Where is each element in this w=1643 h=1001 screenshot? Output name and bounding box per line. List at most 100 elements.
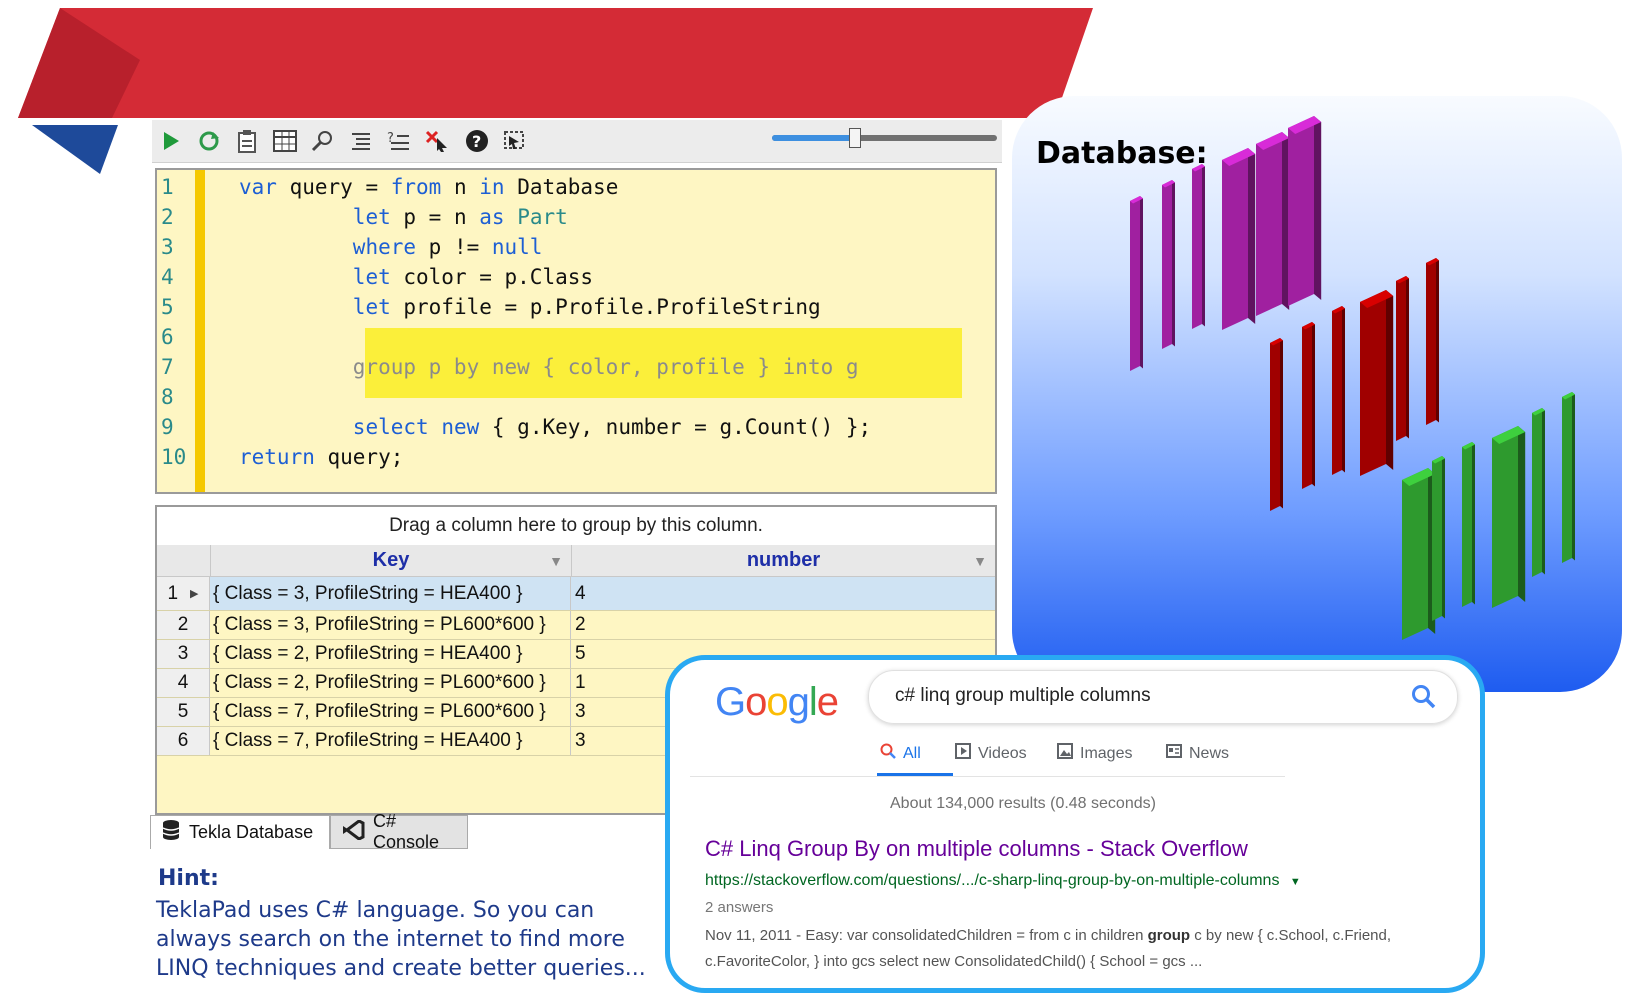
clipboard-icon[interactable]: [232, 126, 262, 156]
result-stats: About 134,000 results (0.48 seconds): [890, 795, 1156, 812]
row-number: 5: [157, 698, 210, 726]
green-column: [1462, 442, 1475, 607]
cell-key[interactable]: { Class = 3, ProfileString = PL600*600 }: [210, 611, 571, 639]
logo-letter: e: [816, 680, 839, 724]
purple-column: [1222, 148, 1256, 330]
cell-key-text: { Class = 3, ProfileString = PL600*600 }: [213, 614, 546, 635]
purple-column: [1130, 196, 1143, 371]
code-editor[interactable]: 1 2 3 4 5 6 7 8 9 10 var query = from n …: [155, 168, 997, 494]
hint-text: TeklaPad uses C# language. So you can al…: [156, 898, 646, 981]
snippet-highlight: group: [1147, 927, 1191, 944]
cell-number-text: 5: [575, 643, 586, 664]
column-header-number[interactable]: number ▼: [571, 545, 995, 577]
result-title-link[interactable]: C# Linq Group By on multiple columns - S…: [705, 836, 1248, 862]
google-logo: Google: [715, 680, 839, 725]
hint-title: Hint:: [158, 866, 219, 891]
logo-letter: G: [715, 680, 746, 724]
cell-number-text: 3: [575, 730, 586, 751]
cell-key[interactable]: { Class = 2, ProfileString = HEA400 }: [210, 640, 571, 668]
code-line-2: let p = n as Part: [352, 205, 568, 229]
cell-key[interactable]: { Class = 7, ProfileString = HEA400 }: [210, 727, 571, 755]
svg-text:?: ?: [472, 132, 481, 151]
cell-key-text: { Class = 7, ProfileString = HEA400 }: [213, 730, 523, 751]
green-column: [1432, 456, 1445, 621]
tab-label: News: [1189, 744, 1230, 762]
dropdown-arrow-icon[interactable]: ▼: [1290, 876, 1301, 888]
code-line-4: let color = p.Class: [352, 265, 594, 289]
zoom-slider-thumb[interactable]: [849, 128, 861, 148]
tab-label: C# Console: [373, 811, 440, 852]
tab-label: Tekla Database: [189, 822, 314, 842]
line-number: 8: [161, 385, 174, 409]
result-snippet: Nov 11, 2011 - Easy: var consolidatedChi…: [705, 923, 1455, 975]
green-column: [1562, 392, 1575, 563]
red-column: [1270, 338, 1283, 511]
cell-key[interactable]: { Class = 3, ProfileString = HEA400 }: [210, 577, 571, 610]
logo-letter: l: [808, 680, 818, 724]
tab-news[interactable]: News: [1166, 743, 1229, 764]
table-row[interactable]: 2 { Class = 3, ProfileString = PL600*600 …: [157, 611, 995, 640]
changed-lines-marker: [195, 170, 205, 492]
filter-icon[interactable]: ▼: [973, 546, 987, 576]
green-column: [1402, 468, 1436, 640]
cell-key-text: { Class = 2, ProfileString = HEA400 }: [213, 643, 523, 664]
code-line-7: group p by new { color, profile } into g: [239, 355, 859, 379]
row-number: 3: [157, 640, 210, 668]
red-column: [1302, 322, 1315, 489]
search-icon[interactable]: [1411, 684, 1437, 714]
logo-letter: o: [745, 680, 767, 724]
row-number: 4: [157, 669, 210, 697]
code-line-9: select new { g.Key, number = g.Count() }…: [352, 415, 872, 439]
search-box[interactable]: c# linq group multiple columns: [868, 670, 1458, 724]
line-number: 7: [161, 355, 174, 379]
logo-letter: o: [766, 680, 788, 724]
database-3d-view: [1130, 116, 1575, 640]
refresh-icon[interactable]: [194, 126, 224, 156]
cell-number[interactable]: 4: [571, 577, 995, 610]
image-icon: [1057, 743, 1073, 764]
row-number-text: 1: [167, 582, 179, 604]
table-row[interactable]: 1 ▶{ Class = 3, ProfileString = HEA400 } 4: [157, 577, 995, 611]
result-url-text[interactable]: https://stackoverflow.com/questions/.../…: [705, 872, 1279, 889]
google-search-card: Google c# linq group multiple columns Al…: [665, 655, 1485, 993]
answer-count: 2 answers: [705, 899, 774, 916]
filter-icon[interactable]: ▼: [549, 546, 563, 576]
tab-videos[interactable]: Videos: [955, 743, 1027, 764]
help-icon[interactable]: ?: [462, 126, 492, 156]
cell-key[interactable]: { Class = 7, ProfileString = PL600*600 }: [210, 698, 571, 726]
cell-number-text: 1: [575, 672, 586, 693]
cell-number-text: 2: [575, 614, 586, 635]
cell-key[interactable]: { Class = 2, ProfileString = PL600*600 }: [210, 669, 571, 697]
tab-images[interactable]: Images: [1057, 743, 1132, 764]
row-header-corner: [157, 545, 210, 577]
result-url[interactable]: https://stackoverflow.com/questions/.../…: [705, 872, 1301, 890]
tab-csharp-console[interactable]: C# Console: [330, 811, 468, 852]
tab-tekla-database[interactable]: Tekla Database: [150, 815, 330, 849]
video-icon: [955, 743, 971, 764]
visual-studio-icon: [341, 818, 365, 845]
line-number: 2: [161, 205, 174, 229]
question-list-icon[interactable]: ?: [384, 126, 414, 156]
table-icon[interactable]: [270, 126, 300, 156]
line-number: 5: [161, 295, 174, 319]
code-line-10: return query;: [239, 445, 404, 469]
purple-column: [1288, 116, 1322, 306]
run-icon[interactable]: [156, 126, 186, 156]
inspect-icon[interactable]: [308, 126, 338, 156]
database-panel: Database:: [1012, 96, 1622, 692]
line-number: 1: [161, 175, 174, 199]
column-header-key[interactable]: Key ▼: [210, 545, 571, 577]
group-by-hint[interactable]: Drag a column here to group by this colu…: [157, 507, 995, 546]
search-query[interactable]: c# linq group multiple columns: [895, 685, 1151, 707]
tab-label: Images: [1080, 744, 1133, 762]
pointer-icon[interactable]: [422, 126, 452, 156]
row-number-text: 6: [177, 730, 189, 751]
search-icon: [880, 743, 896, 764]
column-header-label: Key: [372, 549, 410, 571]
list-icon[interactable]: [346, 126, 376, 156]
cell-number[interactable]: 2: [571, 611, 995, 639]
line-number: 4: [161, 265, 174, 289]
select-icon[interactable]: [500, 126, 530, 156]
cell-number-text: 3: [575, 701, 586, 722]
tab-all[interactable]: All: [880, 743, 921, 764]
